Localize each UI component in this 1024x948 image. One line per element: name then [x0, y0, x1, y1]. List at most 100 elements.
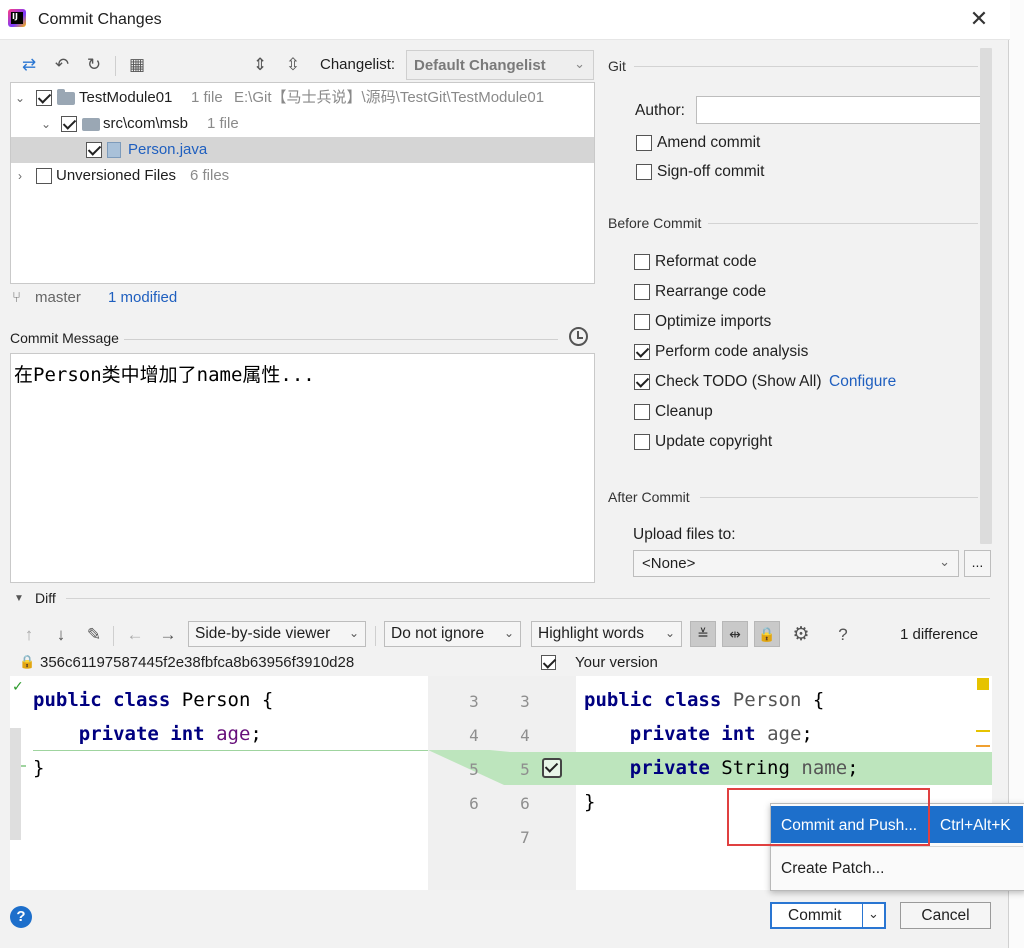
chevron-down-icon[interactable]: ⌄	[39, 111, 53, 137]
left-line-number: 3	[469, 692, 479, 711]
tree-row-unversioned[interactable]: › Unversioned Files 6 files	[11, 163, 594, 189]
module-count: 1 file	[191, 89, 223, 106]
refresh-icon[interactable]: ↻	[83, 54, 105, 76]
upload-browse-button[interactable]: ...	[964, 550, 991, 577]
collapse-diff-icon[interactable]: ▼	[14, 593, 24, 604]
forward-icon[interactable]: →	[157, 624, 179, 646]
previous-difference-icon[interactable]: ↑	[18, 624, 40, 646]
code-analysis-label: Perform code analysis	[655, 343, 809, 360]
changelist-select[interactable]: Default Changelist ⌄	[406, 50, 594, 80]
amend-commit-label: Amend commit	[657, 134, 761, 151]
tree-row-package[interactable]: ⌄ src\com\msb 1 file	[11, 111, 594, 137]
expand-all-icon[interactable]: ⇕	[249, 54, 271, 76]
author-label: Author:	[635, 102, 685, 119]
tree-row-file[interactable]: Person.java	[11, 137, 594, 163]
code-keyword: public	[33, 689, 102, 711]
right-line-number: 6	[520, 794, 530, 813]
code-line-left-3: public class Person {	[33, 689, 273, 711]
include-change-checkbox[interactable]	[542, 758, 562, 778]
signoff-commit-checkbox[interactable]	[636, 164, 652, 180]
viewer-mode-select[interactable]: Side-by-side viewer ⌄	[188, 621, 366, 647]
code-keyword: private	[78, 723, 159, 745]
left-line-number: 4	[469, 726, 479, 745]
close-button[interactable]: ✕	[966, 6, 992, 32]
chevron-down-icon: ⌄	[664, 626, 675, 640]
rollback-icon[interactable]: ↶	[51, 54, 73, 76]
upload-files-select[interactable]: <None> ⌄	[633, 550, 959, 577]
module-path: E:\Git【马士兵说】\源码\TestGit\TestModule01	[234, 89, 545, 106]
package-count: 1 file	[207, 115, 239, 132]
section-divider	[700, 497, 978, 498]
code-keyword: int	[170, 723, 205, 745]
update-copyright-checkbox[interactable]	[634, 434, 650, 450]
back-icon[interactable]: ←	[124, 624, 146, 646]
package-checkbox[interactable]	[61, 116, 77, 132]
code-keyword: private	[629, 723, 710, 745]
author-input[interactable]	[696, 96, 988, 124]
cleanup-checkbox[interactable]	[634, 404, 650, 420]
right-line-number: 4	[520, 726, 530, 745]
lock-icon: 🔒	[19, 654, 36, 669]
tree-row-module[interactable]: ⌄ TestModule01 1 file E:\Git【马士兵说】\源码\Te…	[11, 85, 594, 111]
menu-separator	[771, 846, 1023, 847]
include-version-checkbox[interactable]	[541, 655, 556, 670]
change-marker[interactable]	[976, 730, 990, 732]
code-class-name: Person	[181, 689, 251, 711]
help-button[interactable]: ?	[10, 906, 32, 928]
rearrange-code-checkbox[interactable]	[634, 284, 650, 300]
highlight-mode-select[interactable]: Highlight words ⌄	[531, 621, 682, 647]
settings-gear-icon[interactable]: ⚙	[790, 624, 812, 646]
change-marker[interactable]	[976, 745, 990, 747]
warning-marker[interactable]	[977, 678, 989, 690]
after-commit-section-label: After Commit	[608, 489, 690, 505]
cancel-button[interactable]: Cancel	[900, 902, 991, 929]
right-line-number: 7	[520, 828, 530, 847]
before-commit-section-label: Before Commit	[608, 215, 702, 231]
left-gutter-bar	[10, 728, 21, 840]
diff-help-button[interactable]: ?	[832, 624, 854, 646]
rearrange-code-label: Rearrange code	[655, 283, 767, 300]
chevron-right-icon[interactable]: ›	[13, 163, 27, 189]
modified-count-link[interactable]: 1 modified	[108, 289, 177, 306]
code-semicolon: ;	[250, 723, 262, 745]
unversioned-checkbox[interactable]	[36, 168, 52, 184]
collapse-all-icon[interactable]: ⇳	[282, 54, 304, 76]
group-by-icon[interactable]: ▦	[126, 54, 148, 76]
right-panel-scrollbar[interactable]	[980, 48, 992, 544]
branch-name[interactable]: master	[35, 289, 81, 306]
optimize-imports-checkbox[interactable]	[634, 314, 650, 330]
commit-button[interactable]: Commit ⌄	[770, 902, 886, 929]
history-icon[interactable]	[569, 327, 588, 346]
sync-scroll-icon[interactable]: ⇹	[722, 621, 748, 647]
signoff-commit-label: Sign-off commit	[657, 163, 765, 180]
file-checkbox[interactable]	[86, 142, 102, 158]
chevron-down-icon: ⌄	[939, 554, 950, 569]
chevron-down-icon[interactable]: ⌄	[13, 85, 27, 111]
update-copyright-label: Update copyright	[655, 433, 773, 450]
chevron-down-icon[interactable]: ⌄	[868, 906, 879, 922]
menu-item-create-patch[interactable]: Create Patch...	[781, 860, 884, 878]
right-revision-label: Your version	[575, 654, 658, 671]
cleanup-label: Cleanup	[655, 403, 713, 420]
commit-message-input[interactable]: 在Person类中增加了name属性...	[10, 353, 595, 583]
amend-commit-checkbox[interactable]	[636, 135, 652, 151]
reformat-code-label: Reformat code	[655, 253, 757, 270]
collapse-unchanged-icon[interactable]: ≚	[690, 621, 716, 647]
module-name: TestModule01	[79, 89, 173, 106]
code-brace: {	[812, 689, 825, 711]
configure-todo-link[interactable]: Configure	[829, 373, 896, 391]
module-folder-icon	[57, 89, 75, 105]
code-analysis-checkbox[interactable]	[634, 344, 650, 360]
check-todo-checkbox[interactable]	[634, 374, 650, 390]
lock-icon[interactable]: 🔒	[754, 621, 780, 647]
difference-count: 1 difference	[900, 626, 979, 643]
module-checkbox[interactable]	[36, 90, 52, 106]
show-diff-icon[interactable]: ⇄	[18, 54, 40, 76]
ignore-whitespace-select[interactable]: Do not ignore ⌄	[384, 621, 521, 647]
code-semicolon: ;	[847, 757, 859, 779]
edit-source-icon[interactable]: ✎	[83, 624, 105, 646]
changes-tree[interactable]: ⌄ TestModule01 1 file E:\Git【马士兵说】\源码\Te…	[10, 82, 595, 284]
next-difference-icon[interactable]: ↓	[50, 624, 72, 646]
code-line-left-5: }	[33, 757, 44, 779]
reformat-code-checkbox[interactable]	[634, 254, 650, 270]
